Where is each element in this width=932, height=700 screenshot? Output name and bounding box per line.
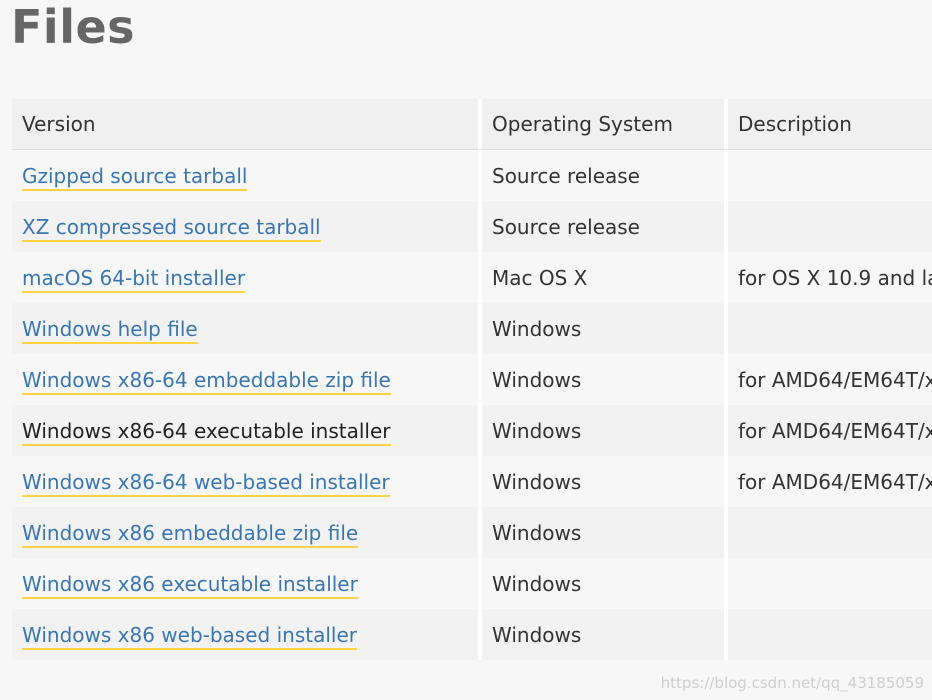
description-cell bbox=[724, 507, 932, 558]
version-cell: Windows x86-64 embeddable zip file bbox=[12, 354, 478, 405]
download-link-windows-help-file[interactable]: Windows help file bbox=[22, 316, 198, 344]
download-link-gzipped-source-tarball[interactable]: Gzipped source tarball bbox=[22, 163, 248, 191]
description-cell bbox=[724, 150, 932, 201]
table-row: Windows x86 executable installer Windows bbox=[12, 558, 932, 609]
os-cell: Windows bbox=[478, 405, 724, 456]
table-row: macOS 64-bit installer Mac OS X for OS X… bbox=[12, 252, 932, 303]
version-cell: Windows x86 web-based installer bbox=[12, 609, 478, 660]
files-page: Files Version Operating System Descripti… bbox=[0, 0, 932, 700]
os-cell: Source release bbox=[478, 201, 724, 252]
table-header-row: Version Operating System Description bbox=[12, 99, 932, 150]
version-cell: Windows x86-64 executable installer bbox=[12, 405, 478, 456]
os-cell: Windows bbox=[478, 609, 724, 660]
files-table: Version Operating System Description Gzi… bbox=[12, 99, 932, 660]
table-row: Windows x86-64 embeddable zip file Windo… bbox=[12, 354, 932, 405]
table-row: Windows x86-64 web-based installer Windo… bbox=[12, 456, 932, 507]
column-header-description: Description bbox=[724, 99, 932, 150]
watermark: https://blog.csdn.net/qq_43185059 bbox=[660, 674, 924, 692]
os-cell: Windows bbox=[478, 507, 724, 558]
download-link-windows-x86-web-based-installer[interactable]: Windows x86 web-based installer bbox=[22, 622, 357, 650]
os-cell: Windows bbox=[478, 303, 724, 354]
version-cell: macOS 64-bit installer bbox=[12, 252, 478, 303]
description-cell bbox=[724, 558, 932, 609]
download-link-windows-x86-64-executable-installer[interactable]: Windows x86-64 executable installer bbox=[22, 418, 391, 446]
download-link-windows-x86-64-web-based-installer[interactable]: Windows x86-64 web-based installer bbox=[22, 469, 390, 497]
download-link-xz-compressed-source-tarball[interactable]: XZ compressed source tarball bbox=[22, 214, 321, 242]
version-cell: Windows help file bbox=[12, 303, 478, 354]
version-cell: Windows x86 embeddable zip file bbox=[12, 507, 478, 558]
version-cell: Windows x86-64 web-based installer bbox=[12, 456, 478, 507]
column-header-operating-system: Operating System bbox=[478, 99, 724, 150]
column-header-version: Version bbox=[12, 99, 478, 150]
os-cell: Windows bbox=[478, 354, 724, 405]
table-row: Gzipped source tarball Source release bbox=[12, 150, 932, 201]
description-cell bbox=[724, 609, 932, 660]
description-cell: for AMD64/EM64T/x64 bbox=[724, 456, 932, 507]
os-cell: Windows bbox=[478, 558, 724, 609]
version-cell: XZ compressed source tarball bbox=[12, 201, 478, 252]
download-link-macos-64-bit-installer[interactable]: macOS 64-bit installer bbox=[22, 265, 246, 293]
download-link-windows-x86-executable-installer[interactable]: Windows x86 executable installer bbox=[22, 571, 358, 599]
version-cell: Windows x86 executable installer bbox=[12, 558, 478, 609]
table-row: Windows help file Windows bbox=[12, 303, 932, 354]
download-link-windows-x86-64-embeddable-zip[interactable]: Windows x86-64 embeddable zip file bbox=[22, 367, 391, 395]
version-cell: Gzipped source tarball bbox=[12, 150, 478, 201]
table-row: Windows x86-64 executable installer Wind… bbox=[12, 405, 932, 456]
os-cell: Windows bbox=[478, 456, 724, 507]
description-cell: for AMD64/EM64T/x64 bbox=[724, 405, 932, 456]
description-cell bbox=[724, 201, 932, 252]
table-row: XZ compressed source tarball Source rele… bbox=[12, 201, 932, 252]
description-cell: for OS X 10.9 and late bbox=[724, 252, 932, 303]
description-cell bbox=[724, 303, 932, 354]
download-link-windows-x86-embeddable-zip[interactable]: Windows x86 embeddable zip file bbox=[22, 520, 359, 548]
page-title: Files bbox=[11, 0, 136, 54]
os-cell: Mac OS X bbox=[478, 252, 724, 303]
os-cell: Source release bbox=[478, 150, 724, 201]
table-row: Windows x86 web-based installer Windows bbox=[12, 609, 932, 660]
table-row: Windows x86 embeddable zip file Windows bbox=[12, 507, 932, 558]
description-cell: for AMD64/EM64T/x64 bbox=[724, 354, 932, 405]
